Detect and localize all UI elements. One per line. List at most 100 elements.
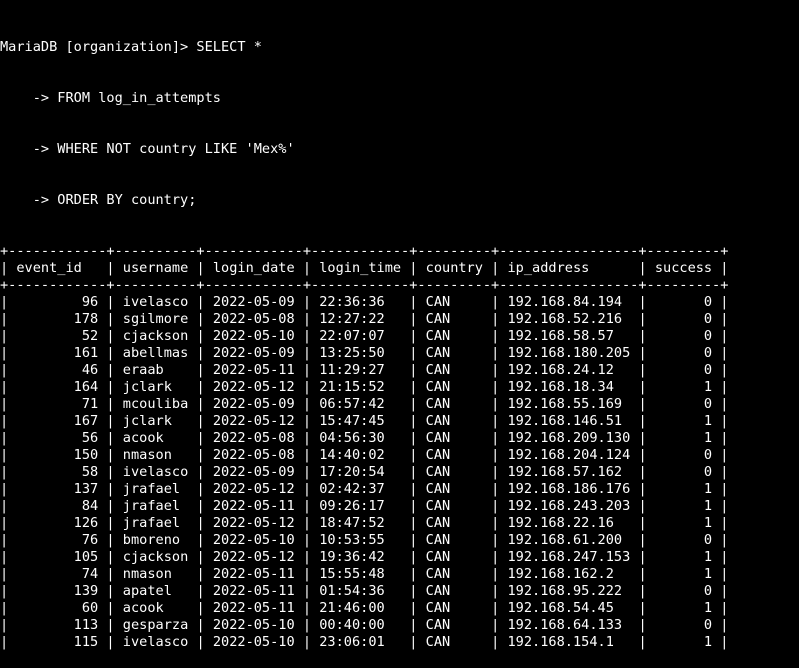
cell-username: abellmas [122, 345, 189, 361]
cell-ip_address: 192.168.24.12 [507, 362, 631, 378]
cell-login_time: 15:47:45 [319, 413, 402, 429]
cell-login_time: 09:26:17 [319, 498, 402, 514]
cell-success: 0 [654, 294, 713, 310]
cell-login_date: 2022-05-09 [212, 294, 295, 310]
table-row: | 139 | apatel | 2022-05-11 | 01:54:36 |… [0, 583, 729, 599]
cell-event_id: 46 [16, 362, 99, 378]
cell-login_date: 2022-05-10 [212, 532, 295, 548]
table-row: | 178 | sgilmore | 2022-05-08 | 12:27:22… [0, 311, 729, 327]
cell-username: nmason [122, 447, 189, 463]
cell-username: jclark [122, 413, 189, 429]
cell-success: 1 [654, 498, 713, 514]
cell-country: CAN [425, 532, 483, 548]
cell-success: 0 [654, 362, 713, 378]
cell-success: 1 [654, 481, 713, 497]
cell-country: CAN [425, 396, 483, 412]
cell-event_id: 161 [16, 345, 99, 361]
cell-event_id: 115 [16, 634, 99, 650]
cell-login_time: 21:15:52 [319, 379, 402, 395]
cell-login_time: 22:36:36 [319, 294, 402, 310]
terminal-window[interactable]: MariaDB [organization]> SELECT * -> FROM… [0, 5, 799, 668]
cell-username: jrafael [122, 498, 189, 514]
cell-username: ivelasco [122, 294, 189, 310]
cell-ip_address: 192.168.247.153 [507, 549, 631, 565]
cell-login_date: 2022-05-11 [212, 362, 295, 378]
column-header-login_date: login_date [212, 260, 295, 276]
cell-country: CAN [425, 345, 483, 361]
cell-login_time: 19:36:42 [319, 549, 402, 565]
cell-event_id: 58 [16, 464, 99, 480]
cell-ip_address: 192.168.54.45 [507, 600, 631, 616]
table-row: | 60 | acook | 2022-05-11 | 21:46:00 | C… [0, 600, 729, 616]
column-header-success: success [654, 260, 713, 276]
table-row: | 113 | gesparza | 2022-05-10 | 00:40:00… [0, 617, 729, 633]
table-row: | 46 | eraab | 2022-05-11 | 11:29:27 | C… [0, 362, 729, 378]
cell-username: gesparza [122, 617, 189, 633]
cell-login_time: 22:07:07 [319, 328, 402, 344]
table-row: | 167 | jclark | 2022-05-12 | 15:47:45 |… [0, 413, 729, 429]
cell-username: sgilmore [122, 311, 189, 327]
cell-username: acook [122, 600, 189, 616]
cell-event_id: 52 [16, 328, 99, 344]
cell-event_id: 56 [16, 430, 99, 446]
cell-login_time: 02:42:37 [319, 481, 402, 497]
cell-login_date: 2022-05-12 [212, 515, 295, 531]
cell-login_time: 04:56:30 [319, 430, 402, 446]
cell-ip_address: 192.168.95.222 [507, 583, 631, 599]
cell-country: CAN [425, 498, 483, 514]
cell-country: CAN [425, 362, 483, 378]
cell-success: 0 [654, 583, 713, 599]
table-row: | 84 | jrafael | 2022-05-11 | 09:26:17 |… [0, 498, 729, 514]
cell-country: CAN [425, 464, 483, 480]
cell-event_id: 126 [16, 515, 99, 531]
cell-success: 1 [654, 634, 713, 650]
table-row: | 56 | acook | 2022-05-08 | 04:56:30 | C… [0, 430, 729, 446]
cell-ip_address: 192.168.186.176 [507, 481, 631, 497]
cell-country: CAN [425, 549, 483, 565]
table-row: | 58 | ivelasco | 2022-05-09 | 17:20:54 … [0, 464, 729, 480]
cell-login_date: 2022-05-08 [212, 447, 295, 463]
cell-success: 0 [654, 345, 713, 361]
cell-login_time: 23:06:01 [319, 634, 402, 650]
cell-login_date: 2022-05-09 [212, 345, 295, 361]
cell-country: CAN [425, 447, 483, 463]
table-row: | 71 | mcouliba | 2022-05-09 | 06:57:42 … [0, 396, 729, 412]
cell-success: 0 [654, 464, 713, 480]
cell-login_time: 01:54:36 [319, 583, 402, 599]
cell-success: 0 [654, 447, 713, 463]
cell-country: CAN [425, 413, 483, 429]
cell-success: 1 [654, 566, 713, 582]
cell-ip_address: 192.168.22.16 [507, 515, 631, 531]
cell-username: acook [122, 430, 189, 446]
cell-username: bmoreno [122, 532, 189, 548]
cell-success: 0 [654, 311, 713, 327]
cell-country: CAN [425, 294, 483, 310]
cell-login_date: 2022-05-10 [212, 617, 295, 633]
cell-login_time: 15:55:48 [319, 566, 402, 582]
table-row: | 74 | nmason | 2022-05-11 | 15:55:48 | … [0, 566, 729, 582]
cell-login_date: 2022-05-08 [212, 430, 295, 446]
cell-ip_address: 192.168.55.169 [507, 396, 631, 412]
cell-username: mcouliba [122, 396, 189, 412]
cell-username: ivelasco [122, 634, 189, 650]
cell-event_id: 167 [16, 413, 99, 429]
cell-ip_address: 192.168.64.133 [507, 617, 631, 633]
cell-ip_address: 192.168.18.34 [507, 379, 631, 395]
table-row: | 115 | ivelasco | 2022-05-10 | 23:06:01… [0, 634, 729, 650]
cell-event_id: 113 [16, 617, 99, 633]
cell-event_id: 139 [16, 583, 99, 599]
cell-username: eraab [122, 362, 189, 378]
cell-event_id: 137 [16, 481, 99, 497]
cell-username: jclark [122, 379, 189, 395]
cell-country: CAN [425, 634, 483, 650]
cell-username: ivelasco [122, 464, 189, 480]
sql-prompt: MariaDB [organization]> [0, 39, 197, 55]
cell-ip_address: 192.168.162.2 [507, 566, 631, 582]
cell-country: CAN [425, 430, 483, 446]
cell-country: CAN [425, 311, 483, 327]
cell-ip_address: 192.168.58.57 [507, 328, 631, 344]
cell-success: 1 [654, 549, 713, 565]
cell-username: jrafael [122, 481, 189, 497]
cell-event_id: 74 [16, 566, 99, 582]
cell-event_id: 96 [16, 294, 99, 310]
